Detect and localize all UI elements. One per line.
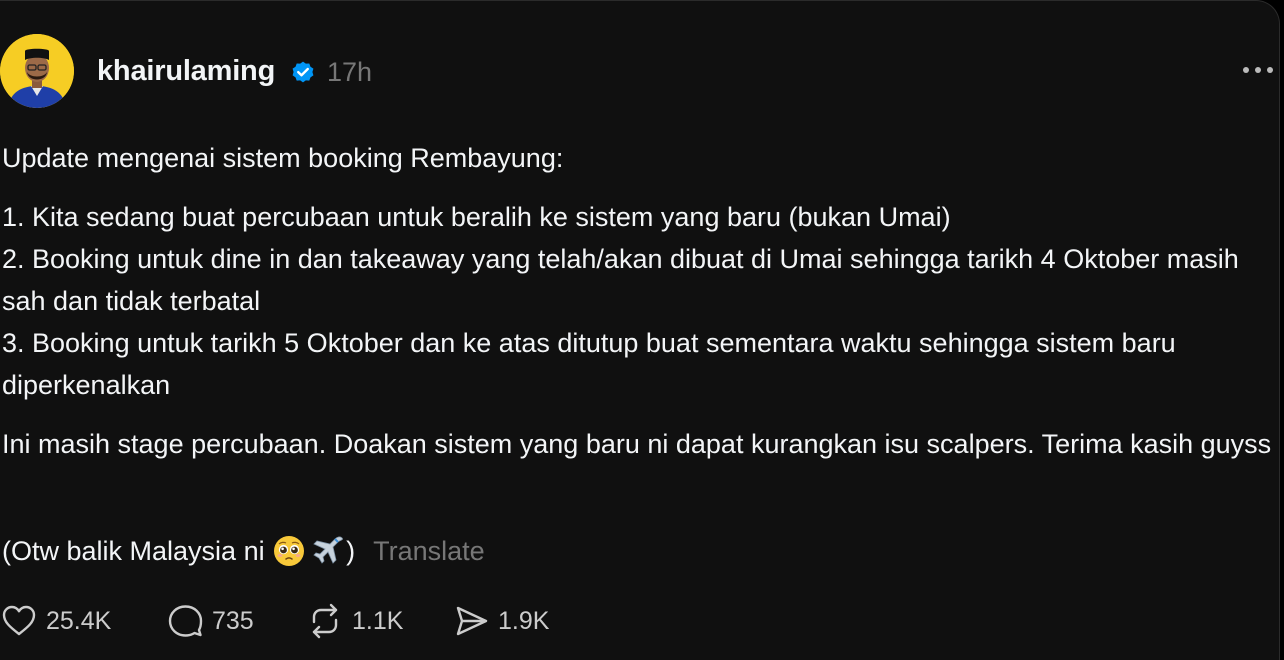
post-paragraph: Ini masih stage percubaan. Doakan sistem… (2, 429, 1272, 459)
repost-count: 1.1K (352, 606, 404, 635)
post-header: khairulaming 17h (0, 34, 1280, 108)
avatar[interactable] (0, 34, 74, 108)
like-count: 25.4K (46, 606, 112, 635)
verified-badge-icon (290, 60, 316, 86)
repost-button[interactable]: 1.1K (306, 599, 403, 643)
airplane-emoji-icon (312, 534, 346, 568)
translate-link[interactable]: Translate (373, 529, 485, 573)
post-last-line: (Otw balik Malaysia ni) Translate (2, 529, 485, 573)
share-button[interactable]: 1.9K (452, 599, 549, 643)
share-count: 1.9K (498, 606, 550, 635)
post-card: khairulaming 17h Update mengenai sistem … (0, 0, 1280, 660)
post-paragraph: Update mengenai sistem booking Rembayung… (2, 143, 564, 173)
last-line-text: (Otw balik Malaysia ni (2, 536, 273, 566)
post-actions: 25.4K 735 1.1K 1.9K (0, 599, 700, 643)
comment-icon (168, 605, 203, 637)
reply-button[interactable]: 735 (166, 599, 254, 643)
last-line-suffix: ) (346, 536, 356, 566)
post-paragraph: 1. Kita sedang buat percubaan untuk bera… (2, 202, 1239, 400)
send-icon (456, 606, 488, 636)
post-body: Update mengenai sistem booking Rembayung… (2, 137, 1280, 482)
more-dots-icon[interactable] (1240, 60, 1280, 80)
username[interactable]: khairulaming (97, 55, 275, 88)
like-button[interactable]: 25.4K (0, 599, 111, 643)
post-time[interactable]: 17h (327, 57, 372, 88)
repost-icon (312, 603, 338, 639)
reply-count: 735 (212, 606, 254, 635)
pleading-face-emoji-icon (272, 534, 306, 568)
heart-icon (2, 605, 36, 636)
